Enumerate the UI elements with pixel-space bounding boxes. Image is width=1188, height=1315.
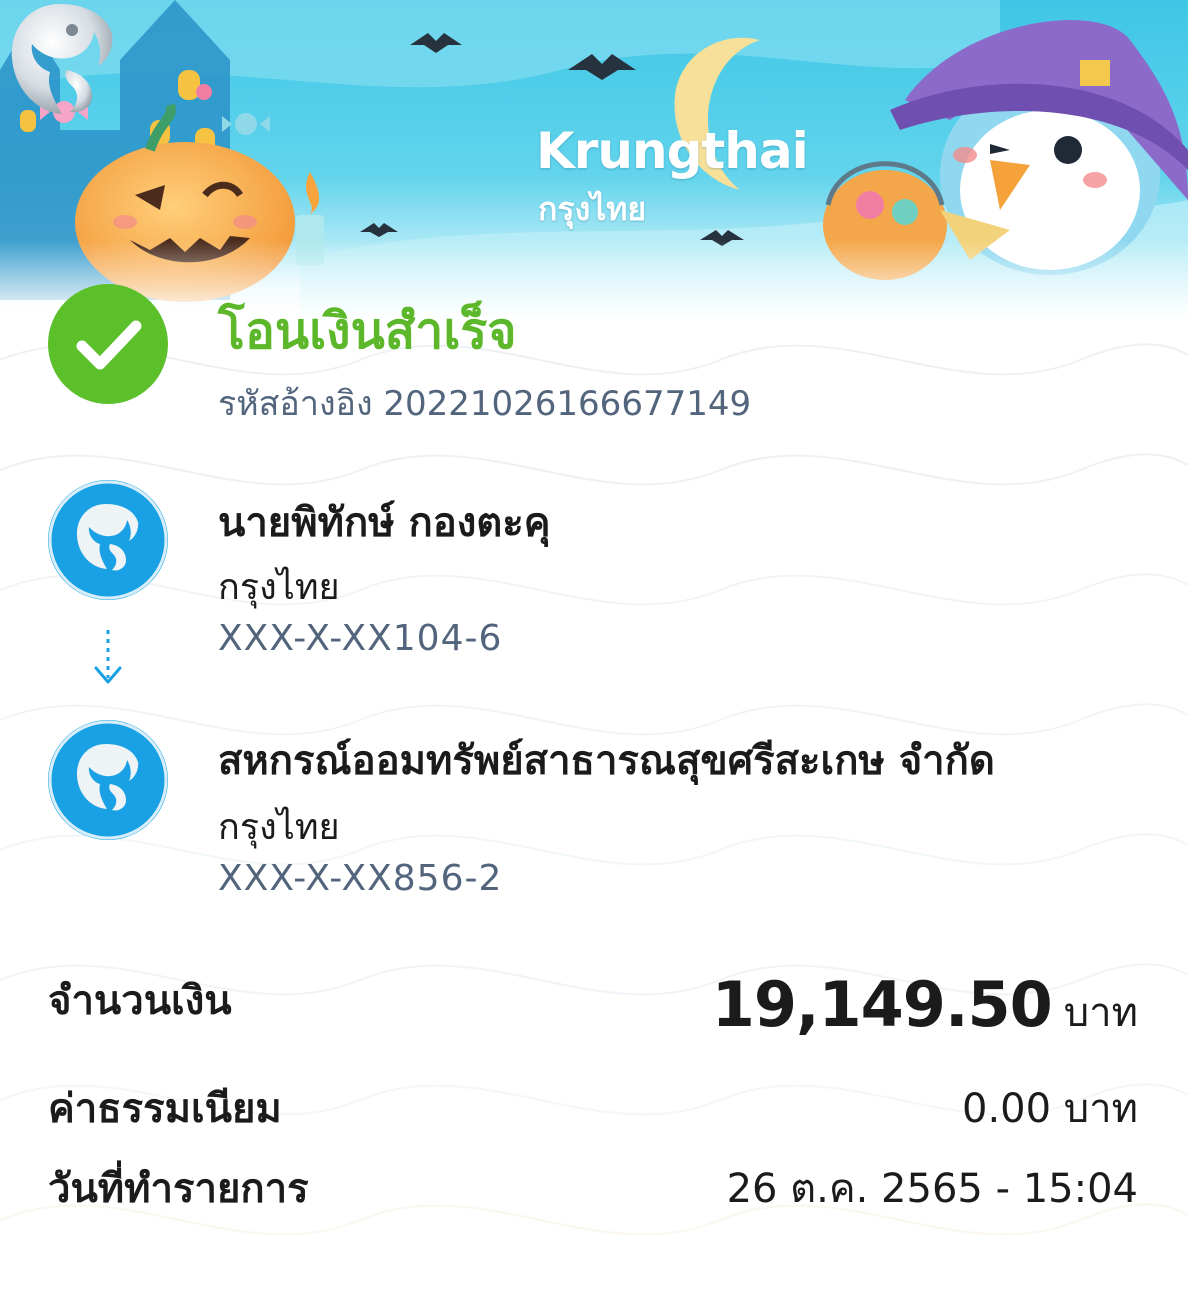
fee-value: 0.00 บาท bbox=[962, 1086, 1138, 1132]
transfer-direction-arrow-icon bbox=[94, 630, 122, 684]
fee-label: ค่าธรรมเนียม bbox=[48, 1086, 282, 1132]
receiver-bank-logo-icon bbox=[48, 720, 168, 840]
transaction-date-label: วันที่ทำรายการ bbox=[48, 1166, 309, 1212]
krungthai-logo-icon bbox=[11, 4, 113, 114]
amount-unit: บาท bbox=[1063, 990, 1138, 1036]
brand-name-th: กรุงไทย bbox=[538, 190, 647, 228]
sender-bank: กรุงไทย bbox=[218, 567, 340, 608]
sender-name: นายพิทักษ์ กองตะคุ bbox=[218, 500, 551, 546]
transfer-status-title: โอนเงินสำเร็จ bbox=[218, 302, 517, 360]
amount-value-group: 19,149.50 บาท bbox=[712, 968, 1138, 1044]
brand-name-en: Krungthai bbox=[536, 122, 809, 180]
success-check-icon bbox=[48, 284, 168, 404]
halloween-banner: Krungthai กรุงไทย bbox=[0, 0, 1188, 320]
receiver-bank: กรุงไทย bbox=[218, 807, 340, 848]
transaction-date-value: 26 ต.ค. 2565 - 15:04 bbox=[726, 1166, 1138, 1212]
sender-account: XXX-X-XX104-6 bbox=[218, 618, 503, 659]
receiver-account: XXX-X-XX856-2 bbox=[218, 858, 503, 899]
reference-number: รหัสอ้างอิง 20221026166677149 bbox=[218, 384, 752, 424]
receiver-name: สหกรณ์ออมทรัพย์สาธารณสุขศรีสะเกษ จำกัด bbox=[218, 738, 995, 784]
sender-bank-logo-icon bbox=[48, 480, 168, 600]
amount-label: จำนวนเงิน bbox=[48, 978, 232, 1024]
amount-value: 19,149.50 bbox=[711, 968, 1053, 1041]
